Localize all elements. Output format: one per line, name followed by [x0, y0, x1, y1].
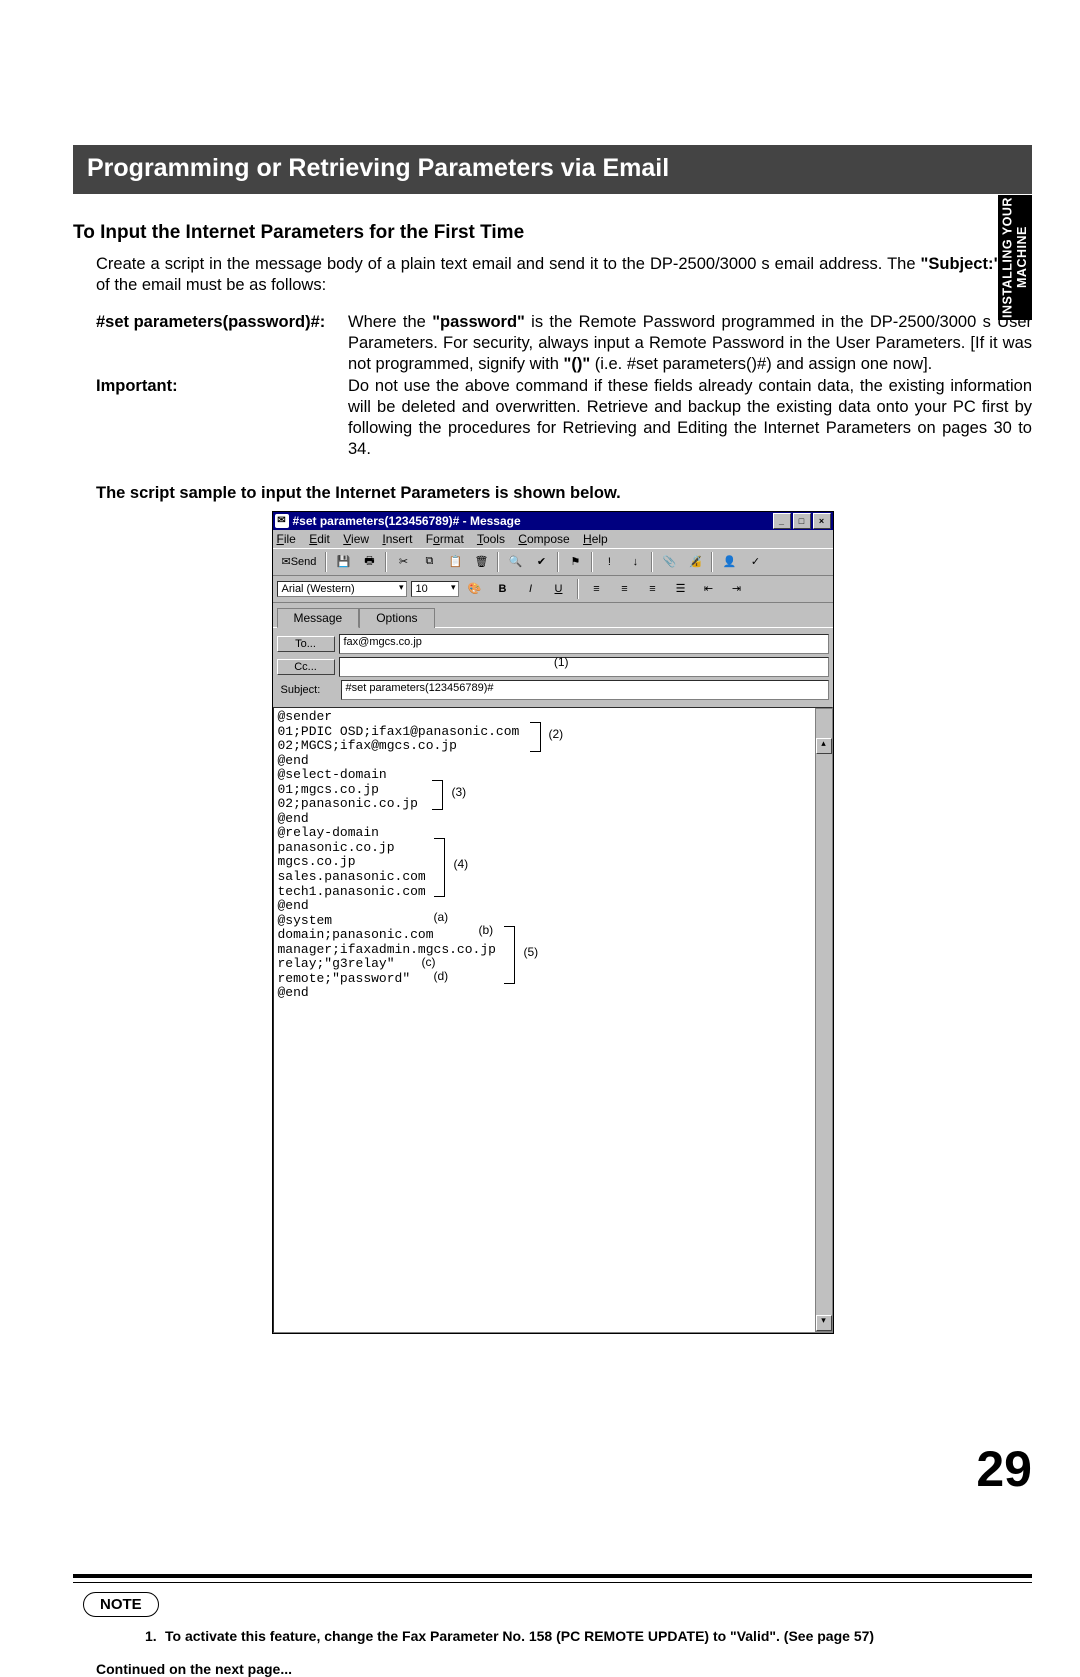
close-button[interactable]: ×	[813, 513, 831, 529]
subject-label: Subject:	[277, 684, 337, 696]
tab-options[interactable]: Options	[359, 608, 434, 628]
copy-icon[interactable]: ⧉	[417, 551, 441, 573]
page: INSTALLING YOUR MACHINE Programming or R…	[0, 0, 1080, 1528]
menu-compose[interactable]: Compose	[518, 532, 569, 546]
annotation-3: (3)	[452, 786, 467, 799]
seal-icon[interactable]: 🔏	[683, 551, 707, 573]
flag-icon[interactable]: ⚑	[563, 551, 587, 573]
window-titlebar: ✉ #set parameters(123456789)# - Message …	[273, 512, 833, 530]
underline-icon[interactable]: U	[547, 578, 571, 600]
intro-paragraph: Create a script in the message body of a…	[96, 254, 1032, 296]
attach-icon[interactable]: 📎	[657, 551, 681, 573]
note-num: 1.	[145, 1627, 165, 1645]
annotation-5: (5)	[524, 946, 539, 959]
note-body: To activate this feature, change the Fax…	[165, 1627, 874, 1645]
to-button[interactable]: To...	[277, 636, 335, 652]
bullets-icon[interactable]: ☰	[669, 578, 693, 600]
delete-icon[interactable]: 🗑	[469, 551, 493, 573]
format-toolbar: Arial (Western) 10 🎨 B I U ≡ ≡ ≡ ☰ ⇤ ⇥	[273, 576, 833, 603]
font-combo[interactable]: Arial (Western)	[277, 581, 407, 597]
paste-icon[interactable]: 📋	[443, 551, 467, 573]
continued-text: Continued on the next page...	[96, 1661, 1032, 1677]
intro-subject-bold: "Subject:"	[921, 255, 1002, 273]
cut-icon[interactable]: ✂	[391, 551, 415, 573]
def-set-parameters: Where the "password" is the Remote Passw…	[348, 312, 1032, 375]
def-important: Do not use the above command if these fi…	[348, 376, 1032, 460]
annotation-a: (a)	[434, 911, 449, 924]
size-combo[interactable]: 10	[411, 581, 459, 597]
menu-view[interactable]: View	[343, 532, 369, 546]
annotation-1: (1)	[554, 655, 569, 669]
menu-edit[interactable]: Edit	[309, 532, 330, 546]
menubar[interactable]: File Edit View Insert Format Tools Compo…	[273, 530, 833, 548]
minimize-button[interactable]: _	[773, 513, 791, 529]
scroll-up-icon[interactable]: ▴	[816, 738, 832, 754]
section-heading: To Input the Internet Parameters for the…	[73, 222, 1032, 244]
bracket-5	[504, 926, 515, 984]
bracket-4	[434, 838, 445, 897]
note-text: 1.To activate this feature, change the F…	[145, 1627, 1032, 1645]
to-input[interactable]: fax@mgcs.co.jp	[339, 634, 829, 654]
intro-text-1: Create a script in the message body of a…	[96, 255, 921, 273]
page-title-bar: Programming or Retrieving Parameters via…	[73, 145, 1032, 194]
menu-format[interactable]: Format	[426, 532, 464, 546]
find-icon[interactable]: 🔍	[503, 551, 527, 573]
align-left-icon[interactable]: ≡	[585, 578, 609, 600]
toolbar: ✉Send 💾 🖶 ✂ ⧉ 📋 🗑 🔍 ✔ ⚑ ! ↓ 📎 🔏 👤 ✓	[273, 548, 833, 576]
definition-list: #set parameters(password)#: Where the "p…	[96, 312, 1032, 460]
check-icon[interactable]: ✔	[529, 551, 553, 573]
note-box: NOTE	[73, 1592, 1032, 1617]
term-set-parameters: #set parameters(password)#:	[96, 312, 348, 375]
note-label: NOTE	[83, 1592, 159, 1617]
annotation-d: (d)	[434, 970, 449, 983]
footer-rule	[73, 1574, 1032, 1578]
bracket-3	[432, 780, 443, 810]
print-icon[interactable]: 🖶	[357, 551, 381, 573]
sample-caption: The script sample to input the Internet …	[96, 484, 1032, 503]
menu-insert[interactable]: Insert	[382, 532, 412, 546]
italic-icon[interactable]: I	[519, 578, 543, 600]
scroll-down-icon[interactable]: ▾	[816, 1315, 832, 1331]
color-icon[interactable]: 🎨	[463, 578, 487, 600]
cc-input[interactable]	[339, 657, 829, 677]
bracket-2	[530, 722, 541, 752]
outdent-icon[interactable]: ⇤	[697, 578, 721, 600]
bold-icon[interactable]: B	[491, 578, 515, 600]
save-icon[interactable]: 💾	[331, 551, 355, 573]
menu-help[interactable]: Help	[583, 532, 608, 546]
priority-low-icon[interactable]: ↓	[623, 551, 647, 573]
menu-file[interactable]: File	[277, 532, 296, 546]
priority-high-icon[interactable]: !	[597, 551, 621, 573]
email-window: ✉ #set parameters(123456789)# - Message …	[272, 511, 834, 1334]
tabs: Message Options	[273, 603, 833, 627]
scrollbar[interactable]: ▴ ▾	[815, 708, 833, 1332]
indent-icon[interactable]: ⇥	[725, 578, 749, 600]
annotation-c: (c)	[422, 956, 436, 969]
align-right-icon[interactable]: ≡	[641, 578, 665, 600]
page-number: 29	[976, 1440, 1032, 1498]
tab-message[interactable]: Message	[277, 608, 360, 628]
cc-button[interactable]: Cc...	[277, 659, 335, 675]
side-tab: INSTALLING YOUR MACHINE	[998, 195, 1032, 320]
annotation-2: (2)	[549, 728, 564, 741]
align-center-icon[interactable]: ≡	[613, 578, 637, 600]
window-title: #set parameters(123456789)# - Message	[293, 514, 521, 528]
spell-icon[interactable]: ✓	[743, 551, 767, 573]
message-body[interactable]: @sender 01;PDIC OSD;ifax1@panasonic.com …	[273, 707, 833, 1333]
names-icon[interactable]: 👤	[717, 551, 741, 573]
send-button[interactable]: ✉Send	[277, 551, 322, 573]
header-fields: To... fax@mgcs.co.jp Cc... (1) Subject: …	[273, 630, 833, 707]
menu-tools[interactable]: Tools	[477, 532, 505, 546]
maximize-button[interactable]: □	[793, 513, 811, 529]
term-important: Important:	[96, 376, 348, 460]
subject-input[interactable]: #set parameters(123456789)#	[341, 680, 829, 700]
annotation-4: (4)	[454, 858, 469, 871]
annotation-b: (b)	[479, 924, 494, 937]
mail-icon: ✉	[275, 514, 289, 528]
